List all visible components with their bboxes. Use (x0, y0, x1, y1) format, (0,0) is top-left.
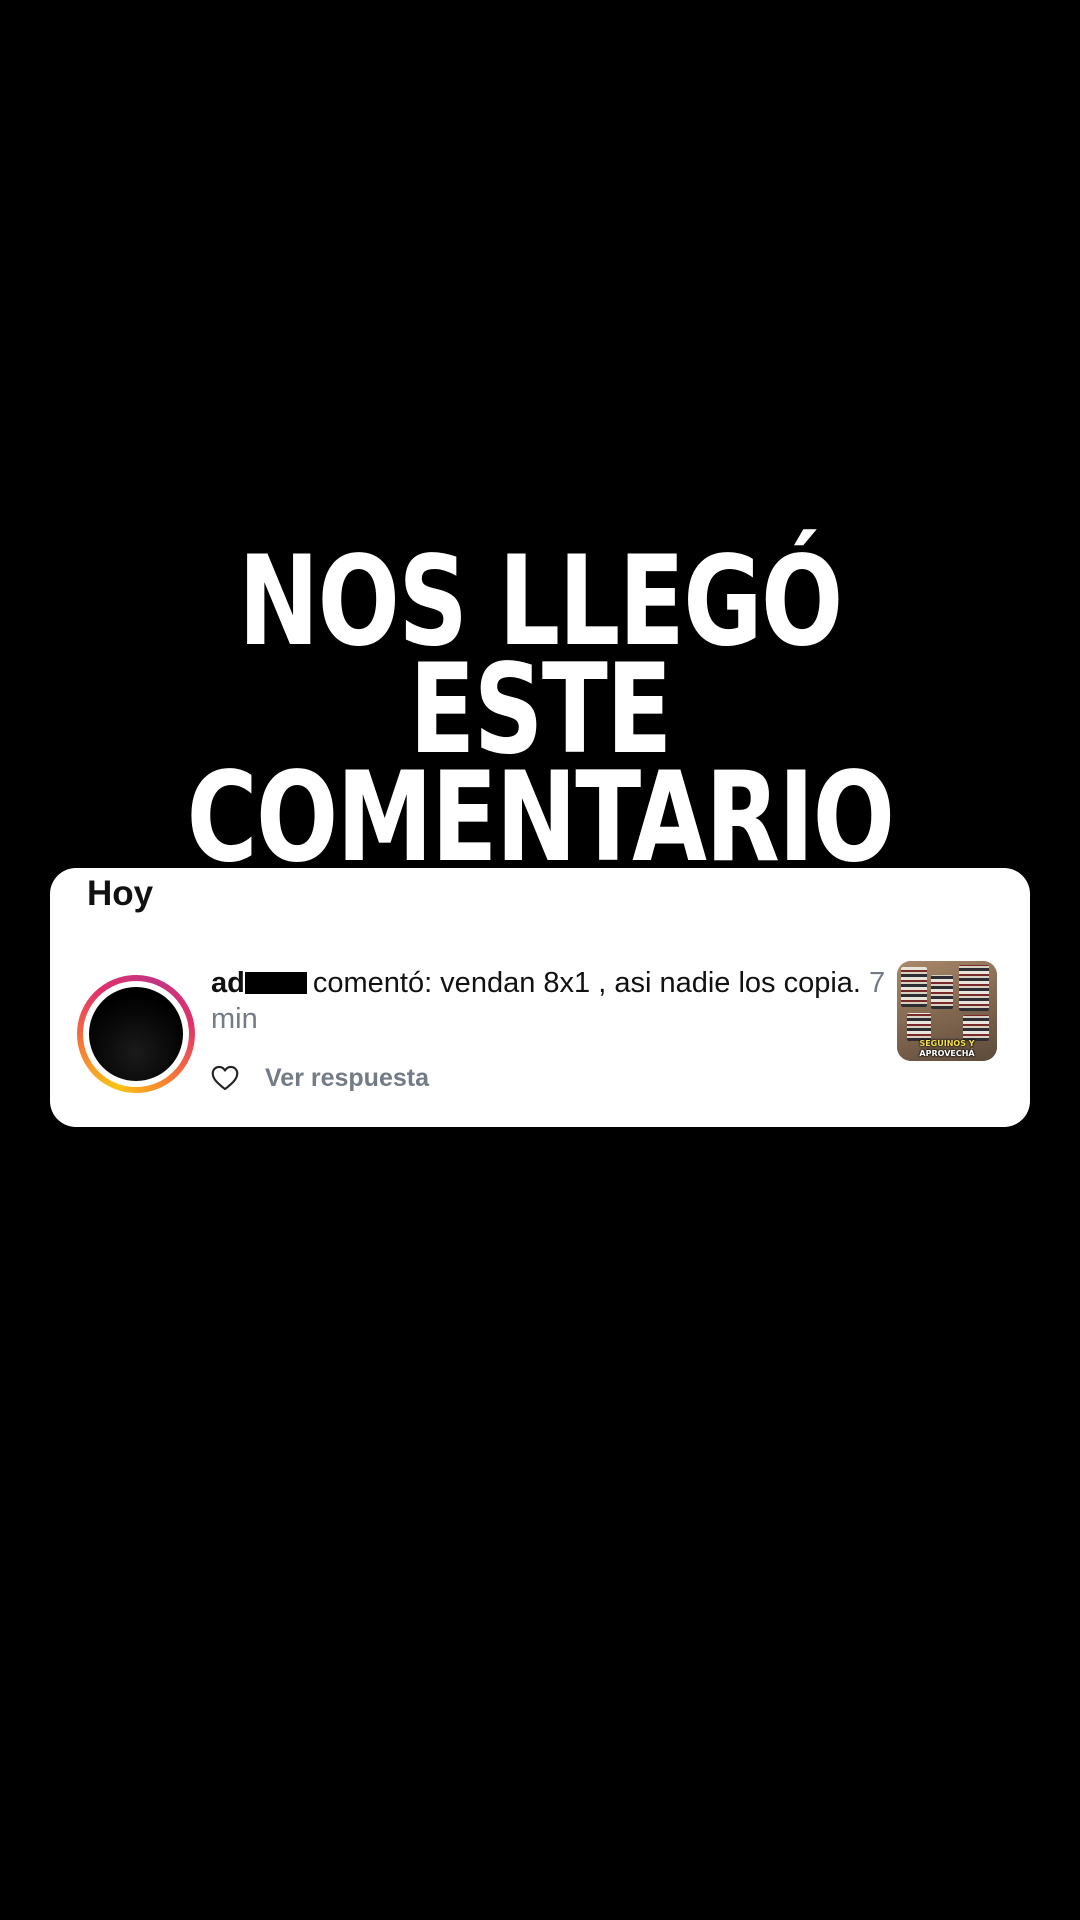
section-title: Hoy (87, 874, 154, 913)
headline-line-2: COMENTARIO (186, 746, 895, 890)
thumbnail-book-stack (907, 1013, 931, 1041)
headline: NOS LLEGÓ ESTE COMENTARIO (119, 530, 961, 890)
avatar-photo (89, 987, 183, 1081)
thumbnail-caption-line-1: SEGUINOS Y (919, 1039, 975, 1048)
thumbnail-book-stack (931, 975, 953, 1009)
thumbnail-book-stack (959, 965, 989, 1011)
comment-body: comentó: vendan 8x1 , asi nadie los copi… (312, 967, 861, 999)
username-redaction (244, 972, 307, 994)
thumbnail-caption: SEGUINOS Y APROVECHÁ (897, 1039, 997, 1059)
notification-card: Hoy ad comentó: vendan 8x1 , asi nadie lo… (50, 868, 1030, 1127)
reply-link[interactable]: Ver respuesta (265, 1064, 429, 1093)
thumbnail-book-stack (963, 1015, 989, 1041)
thumbnail-caption-line-2: APROVECHÁ (919, 1049, 975, 1058)
thumbnail-book-stack (901, 967, 927, 1007)
heart-outline-icon[interactable] (211, 1065, 239, 1091)
post-thumbnail[interactable]: SEGUINOS Y APROVECHÁ (897, 961, 997, 1061)
comment-actions: Ver respuesta (211, 1060, 429, 1096)
headline-line-1: NOS LLEGÓ ESTE (238, 530, 843, 782)
username-visible: ad (211, 967, 245, 999)
username[interactable]: ad (211, 967, 313, 999)
comment-text[interactable]: ad comentó: vendan 8x1 , asi nadie los co… (211, 965, 891, 1037)
avatar[interactable] (77, 975, 195, 1093)
